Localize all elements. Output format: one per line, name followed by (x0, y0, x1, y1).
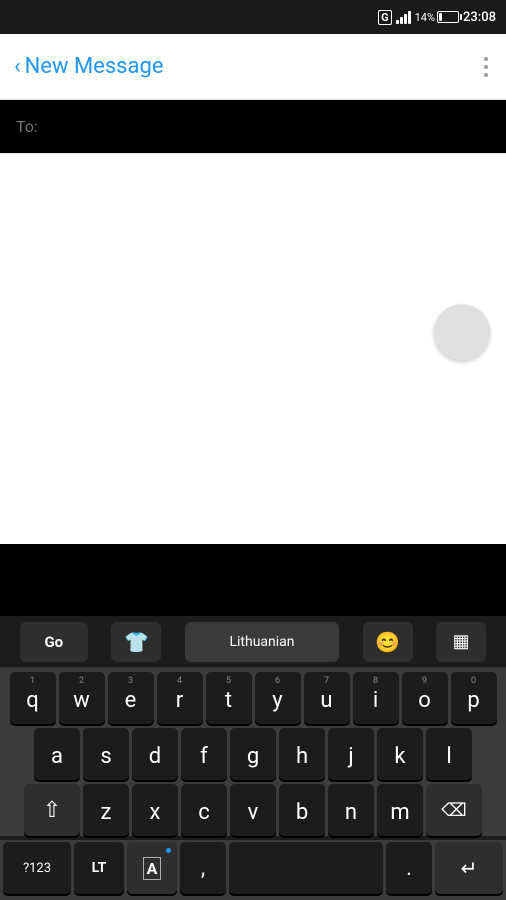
key-p[interactable]: 0 p (451, 672, 497, 724)
comma-key[interactable]: , (180, 842, 226, 894)
to-label: To: (16, 117, 38, 136)
shift-icon: ⇧ (43, 798, 61, 823)
lt-key[interactable]: LT (74, 842, 124, 894)
key-x[interactable]: x (132, 784, 178, 836)
lt-label: LT (92, 860, 107, 876)
battery-fill (439, 13, 442, 21)
key-a[interactable]: a (34, 728, 80, 780)
signal-bars-icon (396, 10, 411, 24)
battery-text: 14% (415, 11, 435, 24)
key-u[interactable]: 7 u (304, 672, 350, 724)
key-h[interactable]: h (279, 728, 325, 780)
message-content-area[interactable] (0, 154, 506, 544)
backspace-key[interactable]: ⌫ (426, 784, 482, 836)
battery-container: 14% (415, 11, 459, 24)
theme-icon: 👕 (124, 630, 149, 654)
key-f[interactable]: f (181, 728, 227, 780)
lang-key-icon: A (143, 857, 162, 880)
grid-icon: ▦ (453, 631, 470, 652)
key-g[interactable]: g (230, 728, 276, 780)
go-label: Go (44, 633, 63, 651)
symbols-label: ?123 (23, 861, 51, 876)
menu-dot (484, 73, 488, 77)
emoji-button[interactable]: 😊 (363, 622, 413, 662)
network-type-icon: G (378, 10, 392, 25)
page-title: New Message (25, 54, 164, 79)
lang-dot-indicator (166, 848, 171, 853)
key-q[interactable]: 1 q (10, 672, 56, 724)
key-c[interactable]: c (181, 784, 227, 836)
symbols-key[interactable]: ?123 (3, 842, 71, 894)
key-r[interactable]: 4 r (157, 672, 203, 724)
key-d[interactable]: d (132, 728, 178, 780)
menu-dot (484, 65, 488, 69)
keyboard: Go 👕 Lithuanian 😊 ▦ 1 q 2 w 3 (0, 616, 506, 900)
menu-dot (484, 57, 488, 61)
keyboard-bottom-row: ?123 LT A , . ↵ (0, 840, 506, 900)
key-m[interactable]: m (377, 784, 423, 836)
key-z[interactable]: z (83, 784, 129, 836)
grid-button[interactable]: ▦ (436, 622, 486, 662)
period-label: . (406, 856, 412, 881)
menu-button[interactable] (480, 53, 492, 81)
to-input[interactable] (38, 118, 490, 136)
key-i[interactable]: 8 i (353, 672, 399, 724)
status-icons: G 14% 23:08 (378, 10, 496, 25)
period-key[interactable]: . (386, 842, 432, 894)
keyboard-top-bar: Go 👕 Lithuanian 😊 ▦ (0, 616, 506, 668)
key-w[interactable]: 2 w (59, 672, 105, 724)
keyboard-keys: 1 q 2 w 3 e 4 r 5 t 6 y (0, 668, 506, 836)
key-b[interactable]: b (279, 784, 325, 836)
space-key[interactable] (229, 842, 383, 894)
key-y[interactable]: 6 y (255, 672, 301, 724)
theme-button[interactable]: 👕 (111, 622, 161, 662)
key-s[interactable]: s (83, 728, 129, 780)
language-button[interactable]: Lithuanian (185, 622, 339, 662)
enter-icon: ↵ (461, 856, 478, 880)
to-field: To: (0, 100, 506, 154)
emoji-icon: 😊 (375, 630, 400, 654)
go-button[interactable]: Go (20, 622, 88, 662)
nav-bar: ‹ New Message (0, 34, 506, 100)
battery-icon (437, 11, 459, 23)
key-e[interactable]: 3 e (108, 672, 154, 724)
key-v[interactable]: v (230, 784, 276, 836)
key-l[interactable]: l (426, 728, 472, 780)
enter-key[interactable]: ↵ (435, 842, 503, 894)
key-row-3: ⇧ z x c v b n m ⌫ (3, 784, 503, 836)
key-t[interactable]: 5 t (206, 672, 252, 724)
comma-label: , (201, 856, 205, 881)
key-j[interactable]: j (328, 728, 374, 780)
key-row-2: a s d f g h j k l (3, 728, 503, 780)
backspace-icon: ⌫ (441, 800, 466, 821)
language-label: Lithuanian (229, 634, 294, 650)
key-row-1: 1 q 2 w 3 e 4 r 5 t 6 y (3, 672, 503, 724)
key-o[interactable]: 9 o (402, 672, 448, 724)
status-time: 23:08 (463, 10, 496, 25)
back-button[interactable]: ‹ (14, 56, 21, 78)
key-k[interactable]: k (377, 728, 423, 780)
nav-left: ‹ New Message (14, 54, 164, 79)
language-switch-key[interactable]: A (127, 842, 177, 894)
status-bar: G 14% 23:08 (0, 0, 506, 34)
shift-key[interactable]: ⇧ (24, 784, 80, 836)
key-n[interactable]: n (328, 784, 374, 836)
circle-action-button[interactable] (434, 304, 490, 360)
